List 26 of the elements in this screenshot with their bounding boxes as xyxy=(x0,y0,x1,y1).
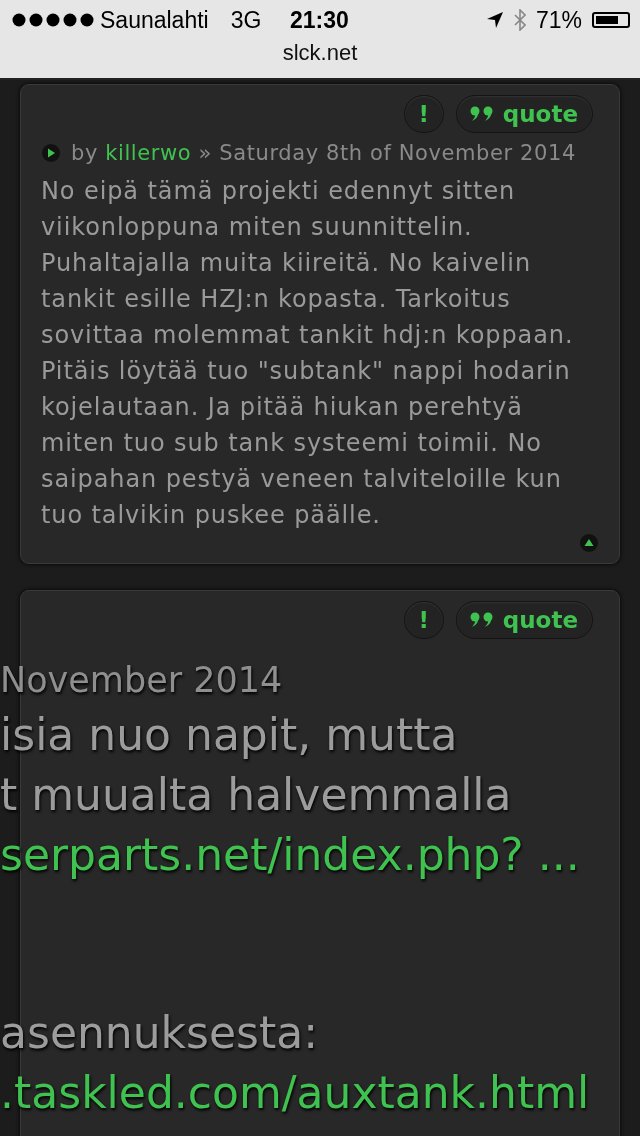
bluetooth-icon xyxy=(513,9,526,31)
post-byline: by killerwo » Saturday 8th of November 2014 xyxy=(71,141,576,165)
zoomed-link[interactable]: .taskled.com/auxtank.html xyxy=(0,1063,590,1123)
zoomed-text: t muualta halvemmalla xyxy=(0,768,513,822)
report-button[interactable]: ! xyxy=(403,95,444,133)
zoomed-text: isia nuo napit, mutta xyxy=(0,708,459,762)
carrier-name: Saunalahti xyxy=(100,6,209,34)
location-arrow-icon xyxy=(485,11,504,29)
page-url[interactable]: slck.net xyxy=(282,40,358,66)
back-to-top-icon xyxy=(579,533,599,553)
battery-percent: 71% xyxy=(535,6,582,34)
quote-button[interactable]: quote xyxy=(455,601,593,639)
quote-icon xyxy=(468,612,495,628)
zoomed-date: November 2014 xyxy=(0,659,284,702)
zoomed-link[interactable]: serparts.net/index.php? ... xyxy=(0,825,590,885)
report-button[interactable]: ! xyxy=(403,601,444,639)
quote-icon xyxy=(468,106,495,122)
battery-icon xyxy=(592,12,630,28)
post-play-icon xyxy=(41,143,61,163)
author-link[interactable]: killerwo xyxy=(105,141,192,165)
quote-button[interactable]: quote xyxy=(455,95,593,133)
signal-icon xyxy=(12,13,94,27)
clock: 21:30 xyxy=(290,7,349,34)
network-type: 3G xyxy=(230,6,262,34)
zoomed-text: asennuksesta: xyxy=(0,1006,320,1060)
post-body: No eipä tämä projekti edennyt sitten viikonloppuna miten suunnittelin. Puhaltajalla muita kiireitä. No kaivelin tankit esille HZJ:n kopasta. Tarkoitus sovittaa molemmat tankit hdj:n koppaan. Pitäis löytää tuo "subtank" nappi hodarin kojelautaan. Ja pitää hiukan perehtyä miten tuo sub tank systeemi toimii. No saipahan pestyä veneen talviteloille kun tuo talvikin puskee päälle. xyxy=(41,176,575,531)
